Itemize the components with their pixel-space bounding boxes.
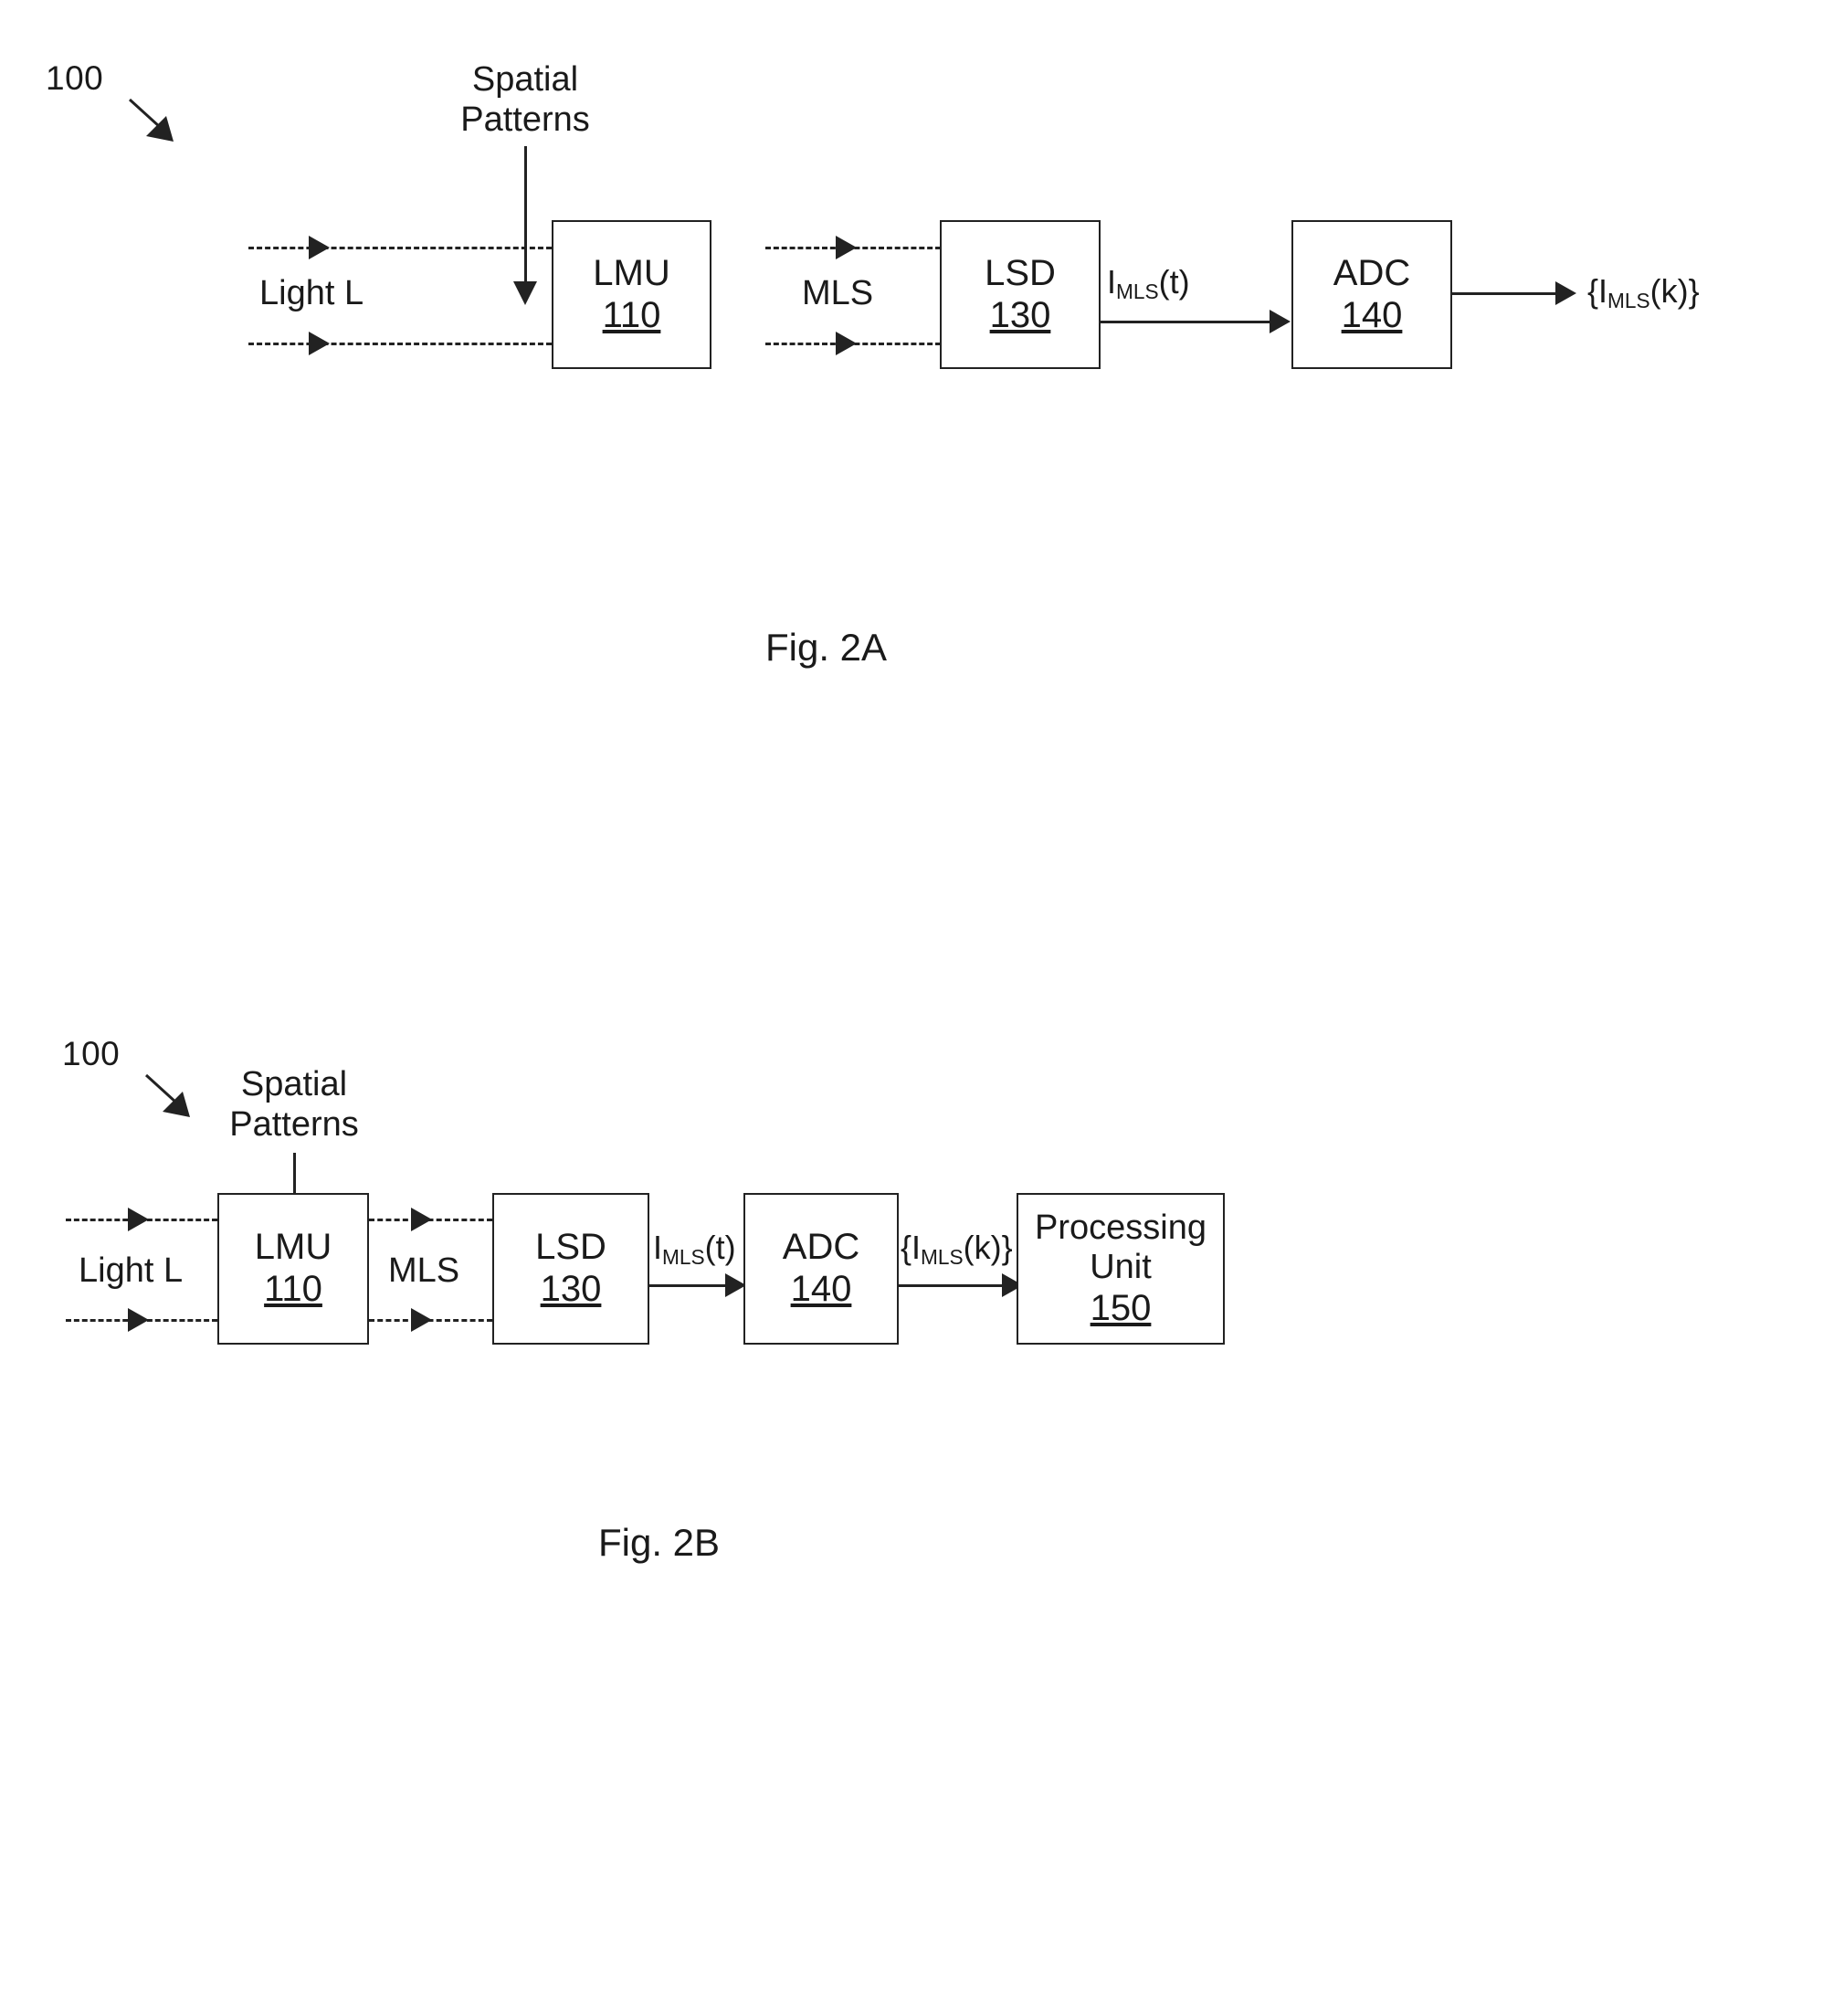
digital-signal-sub: MLS: [921, 1244, 964, 1269]
control-input-line1: Spatial: [240, 1065, 348, 1103]
block-lmu-label-2b: LMU: [254, 1227, 332, 1268]
control-input-line-2a: [524, 146, 527, 283]
analog-signal-label-2b: IMLS(t): [653, 1229, 736, 1269]
block-adc-numeral-2b: 140: [790, 1269, 852, 1309]
block-adc-label-2b: ADC: [782, 1227, 860, 1268]
analog-signal-tail: (t): [704, 1229, 736, 1266]
input-label-2b: Light L: [79, 1251, 184, 1290]
input-label-2a: Light L: [259, 274, 364, 312]
control-input-line1: Spatial: [471, 60, 579, 99]
block-lmu-label-2a: LMU: [593, 252, 670, 293]
analog-signal-label-2a: IMLS(t): [1107, 263, 1190, 303]
block-processing-unit-label-line2: Unit: [1090, 1248, 1152, 1287]
digital-signal-base: I: [912, 1229, 922, 1266]
mls-ray-upper-arrowhead-2b: [411, 1208, 432, 1231]
block-lsd-2b[interactable]: LSD 130: [492, 1193, 649, 1345]
output-base: I: [1598, 272, 1608, 310]
leader-arrow-icon: [128, 98, 174, 142]
analog-signal-line-2a: [1101, 321, 1274, 323]
input-ray-lower-2a: [248, 343, 552, 345]
system-numeral-2a: 100: [46, 59, 104, 97]
output-signal-arrowhead-2a: [1555, 281, 1576, 305]
mls-ray-lower-arrowhead-2b: [411, 1308, 432, 1332]
digital-signal-line-2b: [899, 1284, 1006, 1287]
block-lsd-numeral-2b: 130: [540, 1269, 602, 1309]
analog-signal-sub: MLS: [662, 1244, 705, 1269]
block-adc-label-2a: ADC: [1333, 252, 1411, 293]
leader-arrow-icon: [144, 1073, 190, 1117]
system-numeral-2b: 100: [62, 1035, 121, 1072]
control-input-label-2a: Spatial Patterns: [460, 59, 590, 140]
mls-ray-lower-arrowhead-2a: [836, 332, 857, 355]
output-tail: (k)}: [1649, 272, 1700, 310]
output-label-2a: {IMLS(k)}: [1587, 272, 1700, 312]
digital-signal-prefix: {: [901, 1229, 912, 1266]
control-input-line2: Patterns: [229, 1105, 359, 1145]
figure-2b: 100 Spatial Patterns Light L LMU 110 MLS…: [0, 731, 1823, 2016]
mls-ray-upper-arrowhead-2a: [836, 236, 857, 259]
analog-signal-tail: (t): [1158, 263, 1190, 301]
control-input-label-2b: Spatial Patterns: [229, 1064, 359, 1145]
digital-signal-label-2b: {IMLS(k)}: [901, 1229, 1013, 1269]
block-lmu-2b[interactable]: LMU 110: [217, 1193, 369, 1345]
input-ray-upper-arrowhead-2b: [128, 1208, 149, 1231]
system-callout-2b: 100: [62, 1035, 208, 1135]
input-ray-lower-arrowhead-2b: [128, 1308, 149, 1332]
block-lmu-2a[interactable]: LMU 110: [552, 220, 711, 369]
block-lmu-numeral-2a: 110: [602, 294, 661, 335]
control-input-line2: Patterns: [460, 100, 590, 140]
output-sub: MLS: [1607, 288, 1650, 312]
analog-signal-base: I: [653, 1229, 663, 1266]
input-ray-upper-arrowhead-2a: [309, 236, 330, 259]
input-ray-upper-2a: [248, 247, 552, 249]
interstage-label-2b: MLS: [388, 1251, 460, 1290]
block-adc-numeral-2a: 140: [1341, 294, 1403, 335]
control-input-arrowhead-2a: [513, 281, 537, 305]
figure-caption-2a: Fig. 2A: [765, 626, 888, 669]
figure-caption-2b: Fig. 2B: [598, 1521, 721, 1564]
analog-signal-line-2b: [649, 1284, 730, 1287]
input-ray-lower-arrowhead-2a: [309, 332, 330, 355]
block-lsd-2a[interactable]: LSD 130: [940, 220, 1101, 369]
output-signal-line-2a: [1452, 292, 1560, 295]
block-processing-unit-2b[interactable]: Processing Unit 150: [1017, 1193, 1225, 1345]
block-processing-unit-numeral: 150: [1090, 1287, 1152, 1328]
analog-signal-arrowhead-2a: [1270, 310, 1291, 333]
digital-signal-tail: (k)}: [963, 1229, 1013, 1266]
system-callout-2a: 100: [46, 59, 192, 160]
block-adc-2a[interactable]: ADC 140: [1291, 220, 1452, 369]
interstage-label-2a: MLS: [802, 274, 874, 312]
block-lsd-label-2b: LSD: [535, 1227, 606, 1268]
block-lmu-numeral-2b: 110: [264, 1269, 322, 1309]
figure-2a: 100 Spatial Patterns Light L LMU 110 MLS…: [0, 0, 1823, 731]
output-prefix: {: [1587, 272, 1599, 310]
block-adc-2b[interactable]: ADC 140: [743, 1193, 899, 1345]
analog-signal-base: I: [1107, 263, 1117, 301]
block-lsd-label-2a: LSD: [985, 252, 1056, 293]
block-processing-unit-label-line1: Processing: [1035, 1208, 1207, 1247]
analog-signal-sub: MLS: [1116, 279, 1159, 303]
block-lsd-numeral-2a: 130: [989, 294, 1051, 335]
